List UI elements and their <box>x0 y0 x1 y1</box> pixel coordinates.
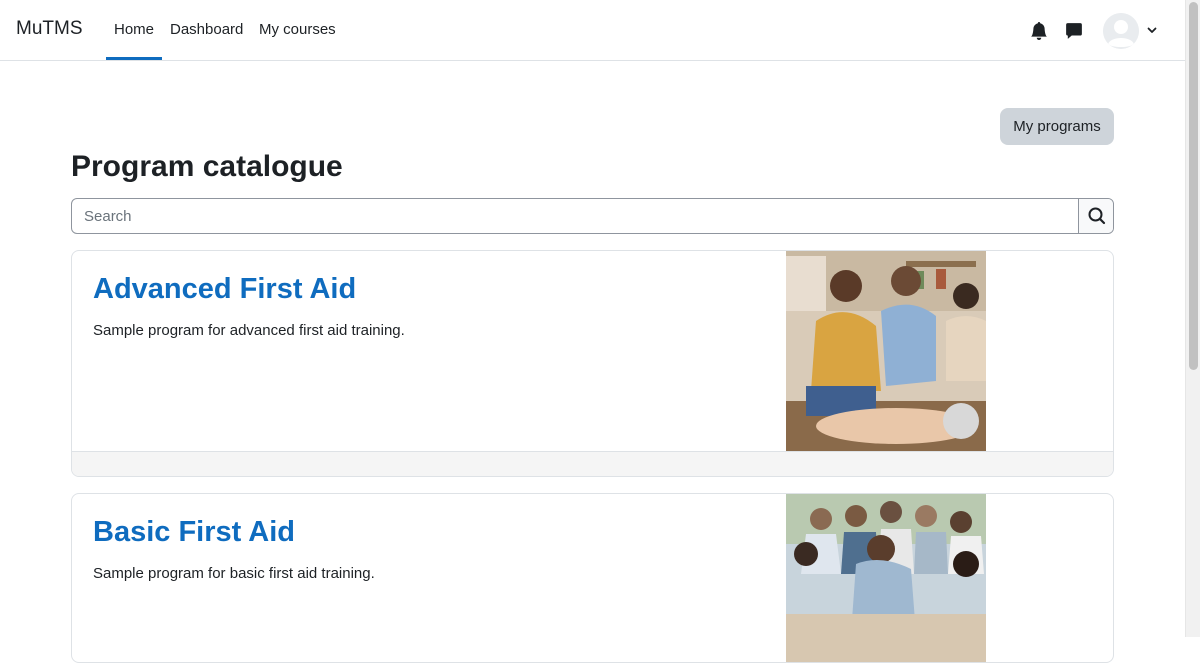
program-card-footer <box>72 451 1113 476</box>
site-brand[interactable]: MuTMS <box>16 18 83 40</box>
program-description: Sample program for advanced first aid tr… <box>93 322 405 339</box>
nav-active-indicator <box>106 57 162 60</box>
top-navbar: MuTMS Home Dashboard My courses <box>0 0 1185 61</box>
user-avatar[interactable] <box>1103 13 1139 49</box>
nav-dashboard[interactable]: Dashboard <box>170 21 243 38</box>
program-title[interactable]: Basic First Aid <box>93 516 295 549</box>
search-input[interactable] <box>72 199 1078 233</box>
program-image[interactable] <box>786 494 986 662</box>
my-programs-button[interactable]: My programs <box>1000 108 1114 145</box>
nav-my-courses[interactable]: My courses <box>259 21 336 38</box>
chevron-down-icon[interactable] <box>1146 24 1158 36</box>
group-training-photo <box>786 494 986 662</box>
program-description: Sample program for basic first aid train… <box>93 565 375 582</box>
bell-icon[interactable] <box>1030 22 1048 40</box>
program-card: Basic First Aid Sample program for basic… <box>71 493 1114 663</box>
program-card: Advanced First Aid Sample program for ad… <box>71 250 1114 477</box>
search-icon <box>1088 207 1106 225</box>
scrollbar-thumb[interactable] <box>1189 2 1198 370</box>
chat-icon[interactable] <box>1065 22 1083 40</box>
page-scrollbar[interactable] <box>1185 0 1200 637</box>
search-button[interactable] <box>1078 199 1113 233</box>
program-title[interactable]: Advanced First Aid <box>93 273 356 306</box>
page-title: Program catalogue <box>71 150 343 183</box>
user-silhouette-icon <box>1103 13 1139 49</box>
search-bar <box>71 198 1114 234</box>
first-aid-training-photo <box>786 251 986 451</box>
program-image[interactable] <box>786 251 986 451</box>
nav-home[interactable]: Home <box>114 21 154 38</box>
